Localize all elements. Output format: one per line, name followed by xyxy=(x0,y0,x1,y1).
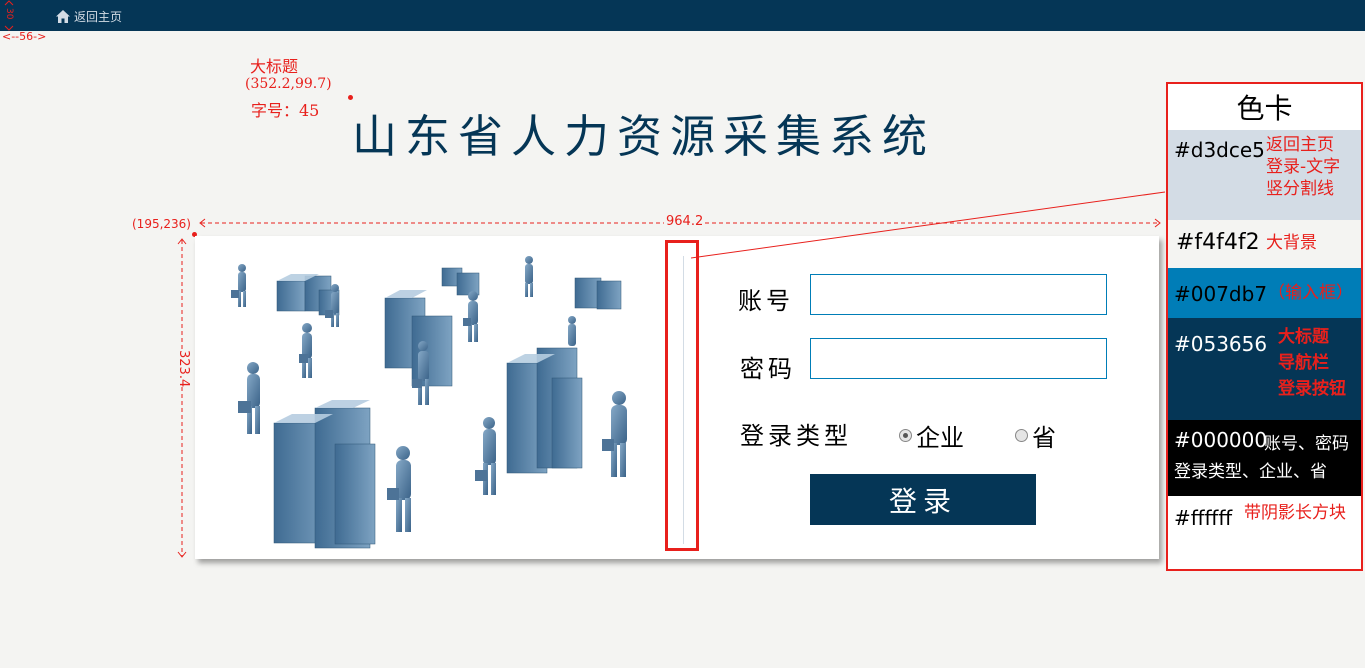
page-title: 山东省人力资源采集系统 xyxy=(352,110,936,163)
swatch-desc: 账号、密码 登录类型、企业、省 xyxy=(1174,434,1349,482)
card-height-dimension xyxy=(177,238,187,558)
account-input[interactable] xyxy=(810,274,1107,315)
account-label: 账号 xyxy=(738,287,794,315)
swatch-007db7: #007db7 （输入框） xyxy=(1168,268,1361,318)
home-link[interactable]: 返回主页 xyxy=(56,8,122,25)
color-palette: 色卡 #d3dce5 返回主页 登录-文字 竖分割线 #f4f4f2 大背景 #… xyxy=(1166,82,1363,571)
radio-province-dot[interactable] xyxy=(1015,429,1028,442)
login-button[interactable]: 登录 xyxy=(810,474,1036,525)
palette-title: 色卡 xyxy=(1236,92,1293,125)
swatch-hex: #ffffff xyxy=(1174,506,1233,530)
login-type-label: 登录类型 xyxy=(740,422,852,450)
swatch-hex: #053656 xyxy=(1174,332,1268,356)
left-width-annotation: <--56-> xyxy=(2,30,47,43)
business-people-illustration xyxy=(231,256,627,549)
swatch-desc: 大背景 xyxy=(1266,233,1317,253)
top-height-value: 30 xyxy=(4,8,14,20)
password-label: 密码 xyxy=(740,355,796,383)
swatch-f4f4f2: #f4f4f2 大背景 xyxy=(1168,220,1361,268)
card-height-value: 323.4 xyxy=(176,350,191,388)
password-input[interactable] xyxy=(810,338,1107,379)
swatch-hex: #f4f4f2 xyxy=(1176,230,1260,255)
swatch-desc: 返回主页 登录-文字 竖分割线 xyxy=(1266,135,1341,199)
swatch-desc: 带阴影长方块 xyxy=(1244,503,1346,523)
radio-enterprise-dot[interactable] xyxy=(899,429,912,442)
radio-province[interactable]: 省 xyxy=(1015,418,1056,453)
swatch-hex: #007db7 xyxy=(1174,282,1268,306)
radio-province-label: 省 xyxy=(1032,424,1056,452)
title-annotation-name: 大标题 xyxy=(250,57,299,76)
swatch-ffffff: #ffffff 带阴影长方块 xyxy=(1168,496,1361,569)
top-nav-bar: 返回主页 xyxy=(0,0,1365,31)
title-annotation-coord: (352.2,99.7) xyxy=(245,76,332,92)
swatch-d3dce5: #d3dce5 返回主页 登录-文字 竖分割线 xyxy=(1168,130,1361,220)
divider-highlight-box xyxy=(665,240,699,551)
home-link-label: 返回主页 xyxy=(74,10,123,24)
title-annotation-size: 字号：45 xyxy=(251,101,320,120)
swatch-desc: 大标题 导航栏 登录按钮 xyxy=(1278,327,1346,399)
radio-enterprise-label: 企业 xyxy=(916,424,964,452)
card-coord-annotation: (195,236) xyxy=(132,217,191,231)
swatch-000000: #000000 账号、密码 登录类型、企业、省 xyxy=(1168,420,1361,496)
home-icon xyxy=(56,10,70,23)
swatch-053656: #053656 大标题 导航栏 登录按钮 xyxy=(1168,318,1361,420)
radio-enterprise[interactable]: 企业 xyxy=(899,418,964,453)
swatch-desc: （输入框） xyxy=(1268,283,1353,303)
callout-line xyxy=(690,191,1166,259)
top-height-annotation: 30 xyxy=(2,0,16,31)
swatch-hex: #d3dce5 xyxy=(1174,138,1265,162)
